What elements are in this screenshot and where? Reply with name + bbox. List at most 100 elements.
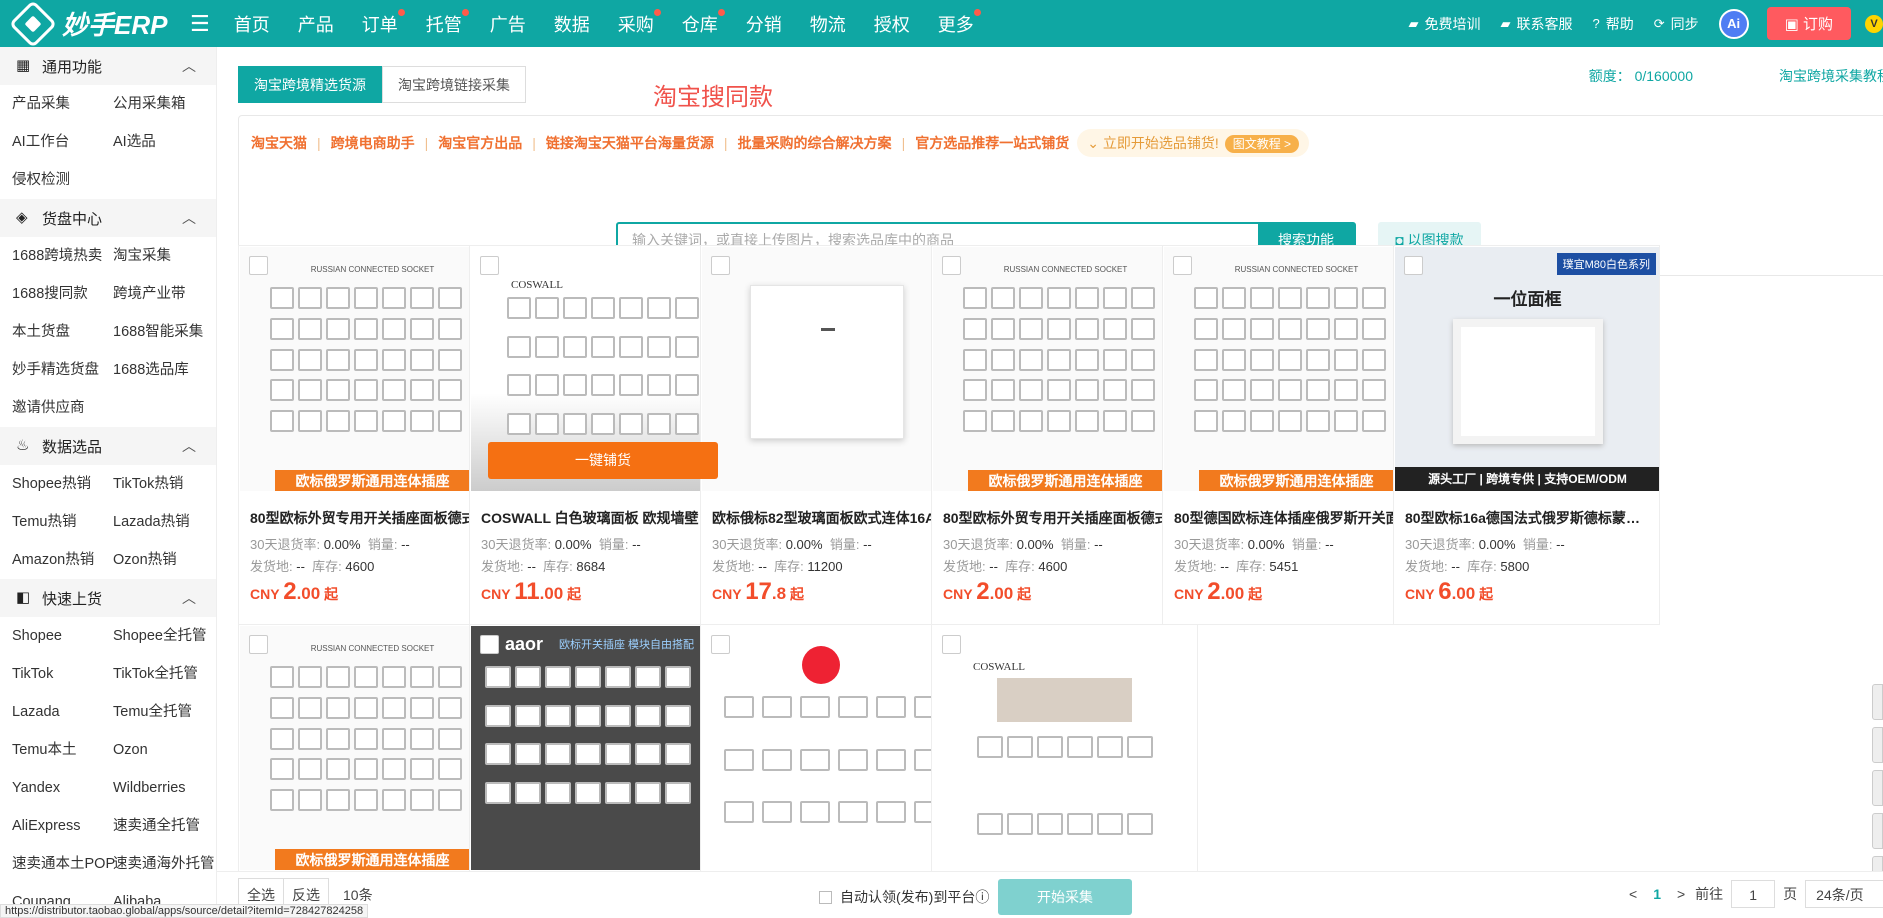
- product-image[interactable]: [702, 247, 966, 491]
- product-name[interactable]: 80型欧标外贸专用开关插座面板德式法...: [250, 508, 495, 528]
- sidebar-item[interactable]: Ozon热销: [113, 541, 216, 579]
- ai-assistant-icon[interactable]: Ai: [1718, 8, 1749, 39]
- product-checkbox[interactable]: [942, 256, 961, 275]
- sidebar-item[interactable]: Shopee全托管: [113, 617, 216, 655]
- sidebar-item[interactable]: Shopee: [12, 617, 113, 655]
- product-image[interactable]: RUSSIAN CONNECTED SOCKET 欧标俄罗斯通用连体插座: [933, 247, 1197, 491]
- help-icon[interactable]: ⓘ: [975, 887, 989, 907]
- product-card[interactable]: RUSSIAN CONNECTED SOCKET 欧标俄罗斯通用连体插座: [238, 624, 505, 874]
- tab-taobao-selected-source[interactable]: 淘宝跨境精选货源: [238, 66, 382, 103]
- product-image[interactable]: COSWALL: [933, 626, 1197, 870]
- nav-home[interactable]: 首页: [234, 11, 270, 37]
- sidebar-section-sourcing[interactable]: ◈ 货盘中心 ︿: [0, 199, 216, 237]
- tutorial-link[interactable]: 淘宝跨境采集教程: [1779, 66, 1883, 86]
- nav-orders[interactable]: 订单: [362, 8, 405, 37]
- auto-claim-checkbox[interactable]: [819, 890, 832, 904]
- sidebar-item[interactable]: 跨境产业带: [113, 275, 216, 313]
- sidebar-item[interactable]: 本土货盘: [12, 313, 113, 351]
- banner-link[interactable]: 官方选品推荐一站式铺货: [915, 133, 1069, 153]
- sidebar-item[interactable]: 1688跨境热卖: [12, 237, 113, 275]
- nav-warehouse[interactable]: 仓库: [682, 8, 725, 37]
- sidebar-item[interactable]: 1688智能采集: [113, 313, 216, 351]
- next-page-button[interactable]: >: [1677, 886, 1685, 902]
- start-selecting-button[interactable]: ⌄ 立即开始选品铺货! 图文教程 >: [1077, 129, 1310, 157]
- nav-logistics[interactable]: 物流: [810, 11, 846, 37]
- product-card[interactable]: [700, 624, 967, 874]
- nav-ads[interactable]: 广告: [490, 11, 526, 37]
- contact-service-link[interactable]: ▰ 联系客服: [1501, 14, 1573, 34]
- sidebar-item[interactable]: 1688选品库: [113, 351, 216, 389]
- banner-link[interactable]: 淘宝天猫: [251, 133, 307, 153]
- product-checkbox[interactable]: [942, 635, 961, 654]
- sidebar-item[interactable]: 公用采集箱: [113, 85, 216, 123]
- sidebar-item[interactable]: AI选品: [113, 123, 216, 161]
- sidebar-item[interactable]: 速卖通海外托管: [113, 845, 216, 883]
- auto-claim-option[interactable]: 自动认领(发布)到平台 ⓘ: [819, 887, 989, 907]
- product-image[interactable]: RUSSIAN CONNECTED SOCKET 欧标俄罗斯通用连体插座: [240, 626, 504, 870]
- sidebar-item[interactable]: TikTok热销: [113, 465, 216, 503]
- sidebar-section-data[interactable]: ♨ 数据选品 ︿: [0, 427, 216, 465]
- sidebar-item[interactable]: Temu本土: [12, 731, 113, 769]
- product-card[interactable]: aaor 欧标开关插座 模块自由搭配: [469, 624, 736, 874]
- sidebar-item[interactable]: Wildberries: [113, 769, 216, 807]
- sidebar-item[interactable]: AI工作台: [12, 123, 113, 161]
- product-card[interactable]: RUSSIAN CONNECTED SOCKET 欧标俄罗斯通用连体插座 80型…: [931, 245, 1198, 625]
- product-name[interactable]: 欧标俄标82型玻璃面板欧式连体16A德...: [712, 508, 957, 528]
- guide-badge[interactable]: 图文教程 >: [1224, 135, 1300, 153]
- product-checkbox[interactable]: [249, 635, 268, 654]
- product-name[interactable]: COSWALL 白色玻璃面板 欧规墙壁开关...: [481, 508, 726, 528]
- product-checkbox[interactable]: [480, 256, 499, 275]
- subscribe-button[interactable]: ▣ 订购: [1766, 7, 1851, 40]
- sidebar-item[interactable]: 侵权检测: [12, 161, 113, 199]
- start-collect-button[interactable]: 开始采集: [998, 879, 1132, 915]
- product-checkbox[interactable]: [711, 635, 730, 654]
- sidebar-item[interactable]: 淘宝采集: [113, 237, 216, 275]
- banner-link[interactable]: 淘宝官方出品: [438, 133, 522, 153]
- product-image[interactable]: [702, 626, 966, 870]
- product-name[interactable]: 80型欧标外贸专用开关插座面板德式法...: [943, 508, 1188, 528]
- banner-link[interactable]: 批量采购的综合解决方案: [738, 133, 892, 153]
- tab-taobao-link-collect[interactable]: 淘宝跨境链接采集: [382, 66, 526, 103]
- app-logo[interactable]: 妙手ERP: [0, 0, 190, 48]
- sidebar-item[interactable]: 产品采集: [12, 85, 113, 123]
- product-name[interactable]: 80型德国欧标连体插座俄罗斯开关面板1...: [1174, 508, 1419, 528]
- help-link[interactable]: ? 帮助: [1593, 14, 1634, 34]
- product-card[interactable]: COSWALL: [931, 624, 1198, 874]
- sidebar-item[interactable]: 速卖通全托管: [113, 807, 216, 845]
- sidebar-item[interactable]: 妙手精选货盘: [12, 351, 113, 389]
- sidebar-section-general[interactable]: ▦ 通用功能 ︿: [0, 47, 216, 85]
- product-card[interactable]: COSWALL 一键铺货 COSWALL 白色玻璃面板 欧规墙壁开关... 30…: [469, 245, 736, 625]
- product-card[interactable]: 欧标俄标82型玻璃面板欧式连体16A德... 30天退货率: 0.00% 销量:…: [700, 245, 967, 625]
- sidebar-item[interactable]: TikTok全托管: [113, 655, 216, 693]
- product-image[interactable]: RUSSIAN CONNECTED SOCKET 欧标俄罗斯通用连体插座: [1164, 247, 1428, 491]
- product-image[interactable]: 璞宜M80白色系列 一位面框 源头工厂 | 跨境专供 | 支持OEM/ODM: [1395, 247, 1659, 491]
- current-page[interactable]: 1: [1653, 886, 1661, 902]
- sidebar-item[interactable]: TikTok: [12, 655, 113, 693]
- nav-products[interactable]: 产品: [298, 11, 334, 37]
- product-image[interactable]: RUSSIAN CONNECTED SOCKET 欧标俄罗斯通用连体插座: [240, 247, 504, 491]
- product-checkbox[interactable]: [249, 256, 268, 275]
- sidebar-item[interactable]: Temu全托管: [113, 693, 216, 731]
- sidebar-item[interactable]: 速卖通本土POP: [12, 845, 115, 883]
- side-scroll-handles[interactable]: [1872, 684, 1883, 899]
- product-checkbox[interactable]: [1173, 256, 1192, 275]
- nav-more[interactable]: 更多: [938, 8, 981, 37]
- sidebar-section-quick-list[interactable]: ◧ 快速上货 ︿: [0, 579, 216, 617]
- nav-distribution[interactable]: 分销: [746, 11, 782, 37]
- sidebar-item[interactable]: Amazon热销: [12, 541, 113, 579]
- free-training-link[interactable]: ▰ 免费培训: [1409, 14, 1481, 34]
- prev-page-button[interactable]: <: [1629, 886, 1637, 902]
- goto-page-input[interactable]: 1: [1731, 880, 1776, 908]
- product-checkbox[interactable]: [1404, 256, 1423, 275]
- sidebar-item[interactable]: Ozon: [113, 731, 216, 769]
- sidebar-item[interactable]: Temu热销: [12, 503, 113, 541]
- product-card[interactable]: 璞宜M80白色系列 一位面框 源头工厂 | 跨境专供 | 支持OEM/ODM 8…: [1393, 245, 1660, 625]
- nav-data[interactable]: 数据: [554, 11, 590, 37]
- sidebar-item[interactable]: Lazada: [12, 693, 113, 731]
- product-card[interactable]: RUSSIAN CONNECTED SOCKET 欧标俄罗斯通用连体插座 80型…: [1162, 245, 1429, 625]
- product-image[interactable]: aaor 欧标开关插座 模块自由搭配: [471, 626, 735, 870]
- sidebar-item[interactable]: 邀请供应商: [12, 389, 113, 427]
- product-checkbox[interactable]: [711, 256, 730, 275]
- menu-toggle-icon[interactable]: ☰: [190, 11, 210, 37]
- sync-link[interactable]: ⟳ 同步: [1654, 14, 1699, 34]
